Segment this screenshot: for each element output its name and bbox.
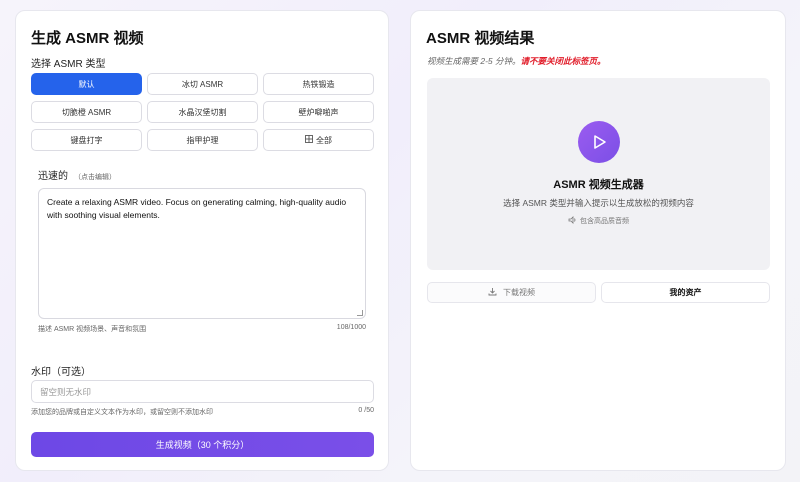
type-crystal-burger-button[interactable]: 水晶汉堡切割 xyxy=(147,101,258,123)
generation-time-note: 视频生成需要 2-5 分钟。 xyxy=(427,56,521,66)
type-section-label: 选择 ASMR 类型 xyxy=(31,59,106,70)
type-all-label: 全部 xyxy=(316,135,332,145)
type-all-button[interactable]: 全部 xyxy=(263,129,374,151)
my-assets-button[interactable]: 我的资产 xyxy=(601,282,770,303)
download-video-button[interactable]: 下载视频 xyxy=(427,282,596,303)
prompt-textarea[interactable]: Create a relaxing ASMR video. Focus on g… xyxy=(38,188,366,319)
type-fireplace-button[interactable]: 壁炉噼啪声 xyxy=(263,101,374,123)
type-nail-care-button[interactable]: 指甲护理 xyxy=(147,129,258,151)
asmr-generator-panel: 生成 ASMR 视频 选择 ASMR 类型 默认 冰切 ASMR 热铁锻造 切脆… xyxy=(15,10,389,471)
result-title: ASMR 视频结果 xyxy=(426,30,535,47)
prompt-text: Create a relaxing ASMR video. Focus on g… xyxy=(47,197,347,220)
audio-note: 包含高品质音频 xyxy=(427,216,770,226)
generation-note: 视频生成需要 2-5 分钟。请不要关闭此标签页。 xyxy=(427,55,606,67)
type-crispy-orange-button[interactable]: 切脆橙 ASMR xyxy=(31,101,142,123)
preview-title: ASMR 视频生成器 xyxy=(553,179,644,191)
prompt-char-count: 108/1000 xyxy=(336,324,366,331)
audio-note-text: 包含高品质音频 xyxy=(580,218,629,225)
resize-handle[interactable] xyxy=(357,310,363,316)
asmr-result-panel: ASMR 视频结果 视频生成需要 2-5 分钟。请不要关闭此标签页。 ASMR … xyxy=(410,10,786,471)
video-preview-area: ASMR 视频生成器 选择 ASMR 类型并输入提示以生成放松的视频内容 包含高… xyxy=(427,78,770,270)
watermark-label: 水印（可选） xyxy=(31,367,91,378)
preview-subtitle: 选择 ASMR 类型并输入提示以生成放松的视频内容 xyxy=(503,198,694,208)
download-icon xyxy=(488,287,497,298)
prompt-label: 迅速的 （点击编辑） xyxy=(38,167,116,182)
type-hot-iron-button[interactable]: 热铁锻造 xyxy=(263,73,374,95)
watermark-input[interactable]: 留空则无水印 xyxy=(31,380,374,403)
play-icon[interactable] xyxy=(578,121,620,163)
asmr-type-grid: 默认 冰切 ASMR 热铁锻造 切脆橙 ASMR 水晶汉堡切割 壁炉噼啪声 键盘… xyxy=(31,73,374,151)
close-tab-warning: 请不要关闭此标签页。 xyxy=(520,56,606,66)
watermark-char-count: 0 /50 xyxy=(358,407,374,414)
prompt-description: 描述 ASMR 视频场景、声音和氛围 xyxy=(38,326,147,333)
download-label: 下载视频 xyxy=(503,288,535,297)
type-default-button[interactable]: 默认 xyxy=(31,73,142,95)
type-ice-cut-button[interactable]: 冰切 ASMR xyxy=(147,73,258,95)
grid-icon xyxy=(305,135,313,145)
prompt-edit-hint: （点击编辑） xyxy=(74,174,116,181)
watermark-description: 添加您的品牌或自定义文本作为水印，或留空则不添加水印 xyxy=(31,409,213,416)
speaker-icon xyxy=(568,216,577,226)
panel-title: 生成 ASMR 视频 xyxy=(31,30,144,47)
prompt-label-text: 迅速的 xyxy=(38,171,68,182)
generate-video-button[interactable]: 生成视频（30 个积分） xyxy=(31,432,374,457)
type-keyboard-button[interactable]: 键盘打字 xyxy=(31,129,142,151)
